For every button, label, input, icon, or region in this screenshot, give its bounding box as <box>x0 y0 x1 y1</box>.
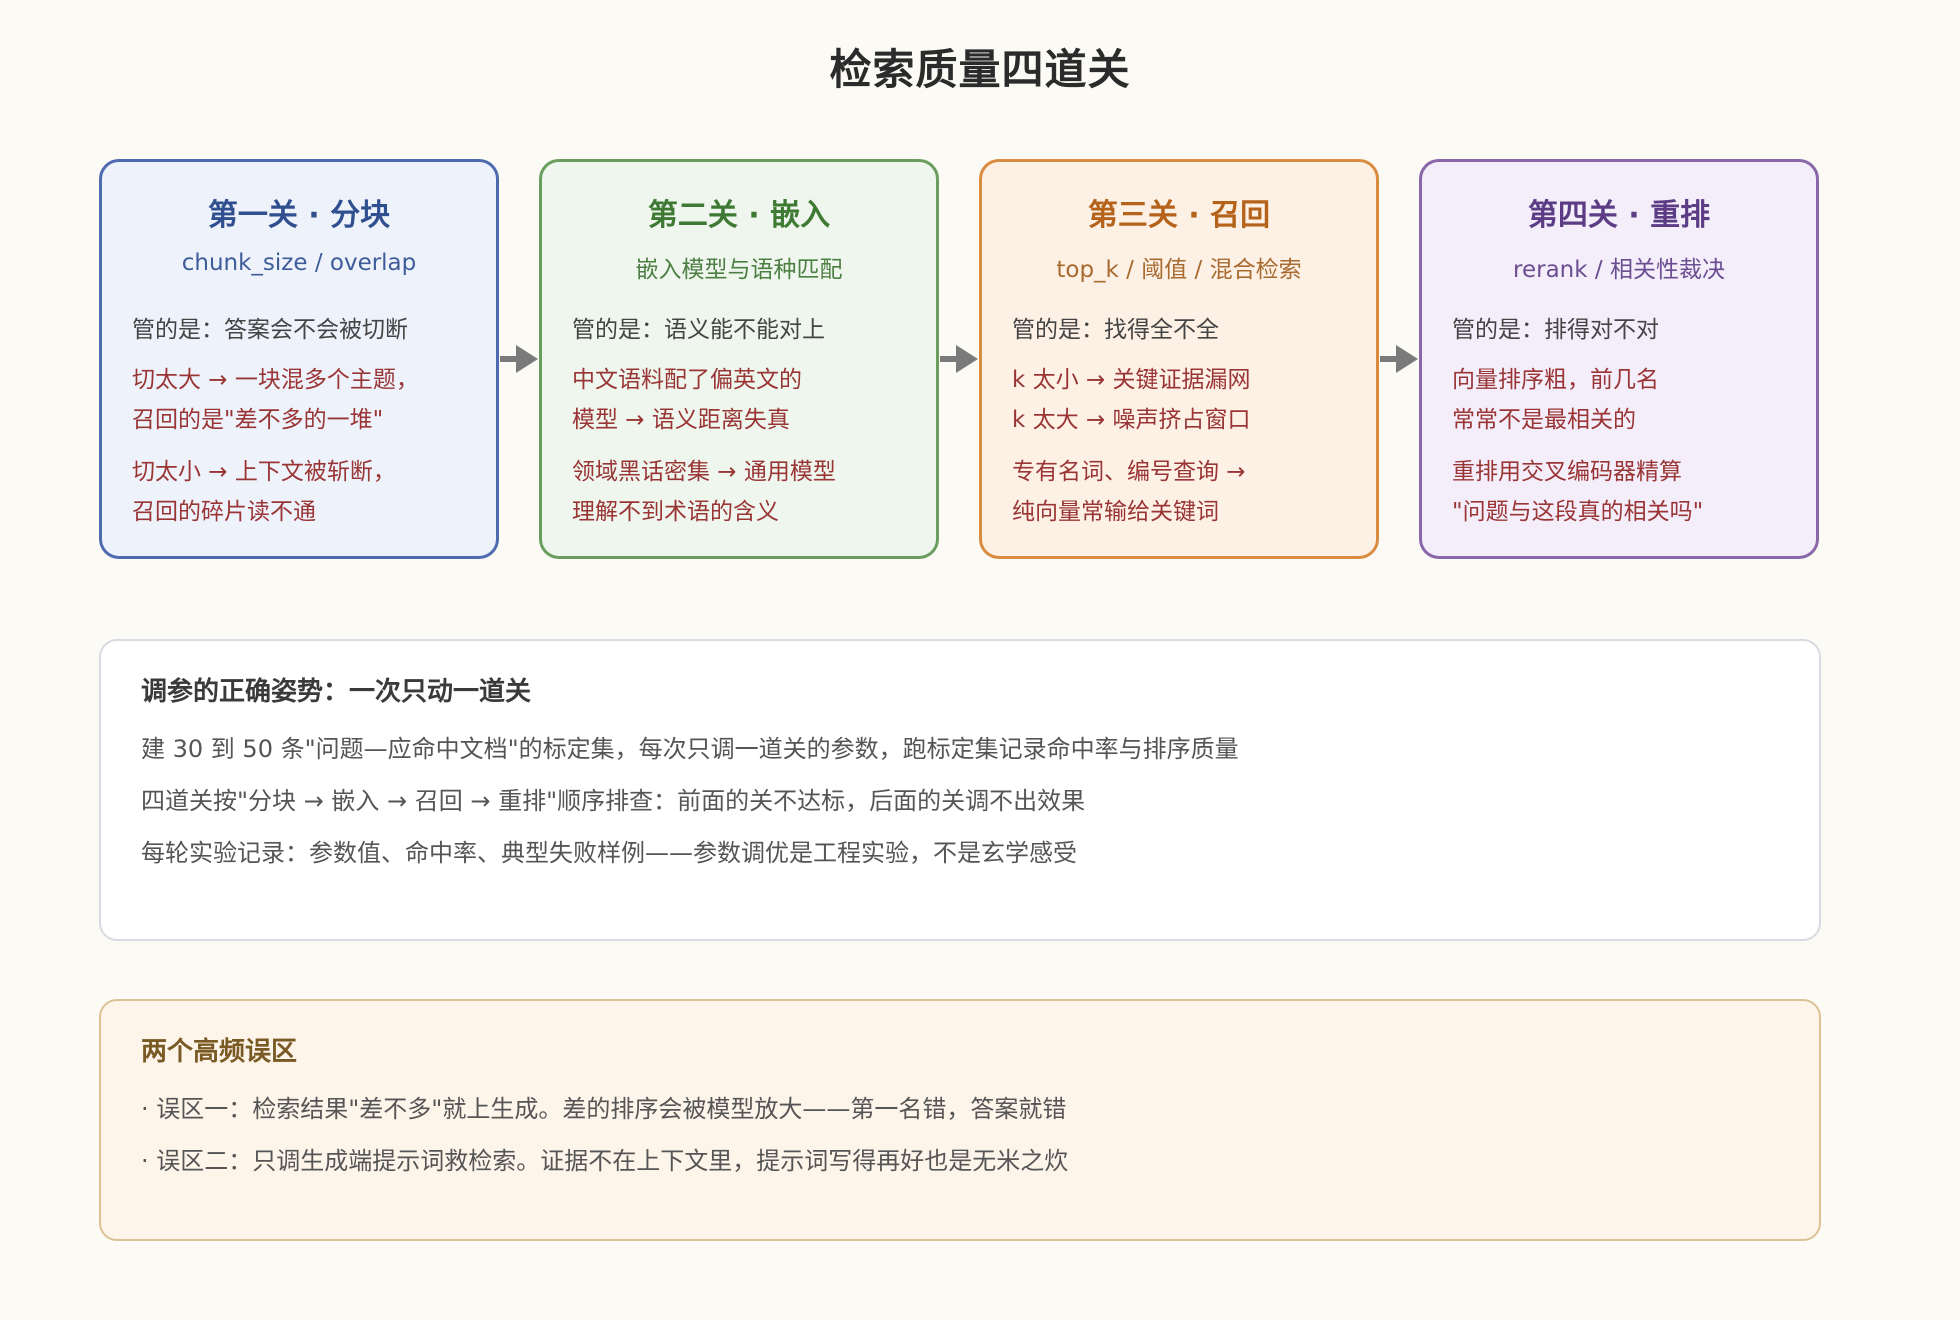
stage-focus: 管的是：排得对不对 <box>1452 317 1659 343</box>
stage-card-rerank: 第四关 · 重排 rerank / 相关性裁决 管的是：排得对不对 向量排序粗，… <box>1419 159 1819 559</box>
stage-title: 第一关 · 分块 <box>207 198 391 233</box>
stage-point: 中文语料配了偏英文的 模型 → 语义距离失真 <box>572 367 802 433</box>
stage-title: 第三关 · 召回 <box>1087 198 1271 233</box>
stage-focus: 管的是：答案会不会被切断 <box>132 317 408 343</box>
stage-title: 第四关 · 重排 <box>1527 198 1711 233</box>
arrow-right-icon <box>940 345 978 373</box>
arrow-right-icon <box>1380 345 1418 373</box>
stage-point: 专有名词、编号查询 → 纯向量常输给关键词 <box>1012 459 1246 525</box>
stage-card-chunking: 第一关 · 分块 chunk_size / overlap 管的是：答案会不会被… <box>99 159 499 559</box>
tuning-line: 建 30 到 50 条"问题—应命中文档"的标定集，每次只调一道关的参数，跑标定… <box>141 735 1239 763</box>
arrow-right-icon <box>500 345 538 373</box>
stage-subtitle: rerank / 相关性裁决 <box>1513 257 1725 283</box>
stage-focus: 管的是：语义能不能对上 <box>572 317 825 343</box>
stage-point: 切太小 → 上下文被斩断， 召回的碎片读不通 <box>132 459 396 525</box>
stage-point: 领域黑话密集 → 通用模型 理解不到术语的含义 <box>572 459 836 525</box>
stage-card-embedding: 第二关 · 嵌入 嵌入模型与语种匹配 管的是：语义能不能对上 中文语料配了偏英文… <box>539 159 939 559</box>
stage-point: 向量排序粗，前几名 常常不是最相关的 <box>1452 367 1659 433</box>
tuning-heading: 调参的正确姿势：一次只动一道关 <box>141 677 532 707</box>
stage-subtitle: chunk_size / overlap <box>181 250 417 276</box>
tuning-panel: 调参的正确姿势：一次只动一道关 建 30 到 50 条"问题—应命中文档"的标定… <box>99 639 1821 941</box>
page-title: 检索质量四道关 <box>829 45 1131 94</box>
tuning-line: 每轮实验记录：参数值、命中率、典型失败样例——参数调优是工程实验，不是玄学感受 <box>141 839 1077 867</box>
stage-point: 切太大 → 一块混多个主题， 召回的是"差不多的一堆" <box>132 367 419 433</box>
stage-title: 第二关 · 嵌入 <box>647 198 831 233</box>
stage-focus: 管的是：找得全不全 <box>1012 317 1219 343</box>
stage-subtitle: 嵌入模型与语种匹配 <box>635 257 843 283</box>
pitfall-line: · 误区二：只调生成端提示词救检索。证据不在上下文里，提示词写得再好也是无米之炊 <box>141 1147 1069 1175</box>
pitfalls-panel: 两个高频误区 · 误区一：检索结果"差不多"就上生成。差的排序会被模型放大——第… <box>99 999 1821 1241</box>
stage-point: 重排用交叉编码器精算 "问题与这段真的相关吗" <box>1452 459 1704 525</box>
stage-card-recall: 第三关 · 召回 top_k / 阈值 / 混合检索 管的是：找得全不全 k 太… <box>979 159 1379 559</box>
pitfall-line: · 误区一：检索结果"差不多"就上生成。差的排序会被模型放大——第一名错，答案就… <box>141 1095 1067 1123</box>
stage-subtitle: top_k / 阈值 / 混合检索 <box>1056 257 1302 283</box>
tuning-line: 四道关按"分块 → 嵌入 → 召回 → 重排"顺序排查：前面的关不达标，后面的关… <box>141 787 1086 815</box>
pitfalls-heading: 两个高频误区 <box>141 1037 298 1067</box>
stage-point: k 太小 → 关键证据漏网 k 太大 → 噪声挤占窗口 <box>1012 367 1251 433</box>
